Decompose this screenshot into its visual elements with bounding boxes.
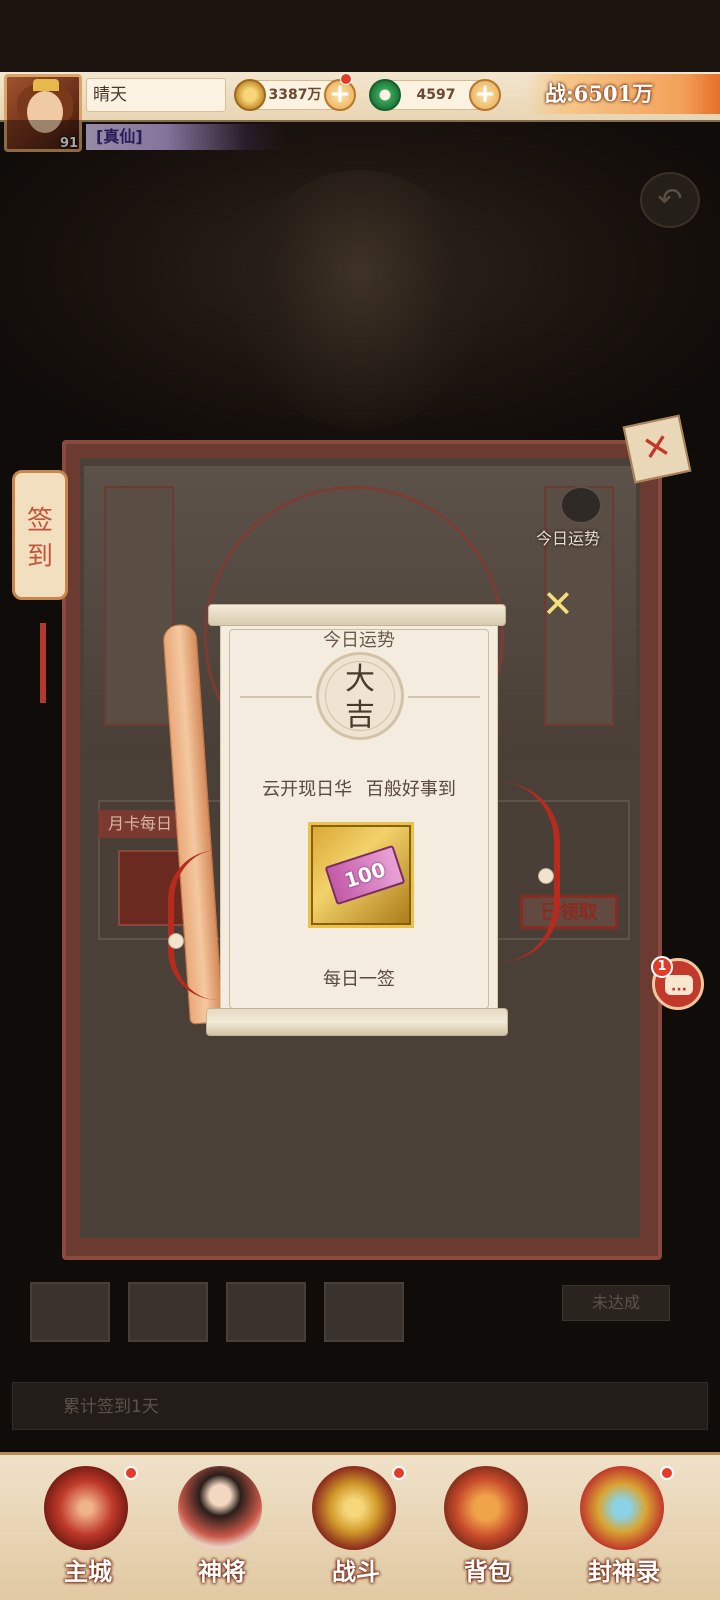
fortune-result-top: 大 [345,662,375,697]
sparkle-icon: ✕ [542,582,574,626]
record-book-icon [580,1466,664,1550]
fortune-result-text: 大 吉 [316,662,404,734]
fortune-poem: 云开现日华 百般好事到 [262,779,456,800]
nav-heroes-label: 神将 [198,1557,246,1586]
nav-battle[interactable]: 战斗 [292,1456,412,1600]
nav-bag[interactable]: 背包 [424,1456,544,1600]
jade-counter: 4597 + [369,79,501,111]
nav-heroes[interactable]: 神将 [158,1456,278,1600]
jade-value: 4597 [416,87,456,103]
nav-record-label: 封神录 [588,1557,660,1586]
close-seal-icon[interactable]: ✕ [622,414,692,484]
scroll-top-rod [208,604,506,626]
avatar-crown [33,79,59,91]
add-coins-button[interactable]: + [324,79,356,111]
cumulative-reward-4 [324,1282,404,1342]
fortune-result-bottom: 吉 [345,698,375,733]
add-jade-button[interactable]: + [469,79,501,111]
hero-portrait-icon [178,1466,262,1550]
screen: { "player": { "name": "晴天", "level": "91… [0,0,720,1600]
jade-icon [369,79,401,111]
divider-left [240,696,312,698]
fortune-reward-name: 每日一签 [323,969,395,990]
chat-bubble-icon: ··· [665,975,693,997]
ticket-icon: 100 [324,844,406,906]
chat-unread-badge: 1 [651,956,673,978]
scroll-bottom-rod [206,1008,508,1036]
combat-power: 战:6501万 [525,74,720,114]
fortune-popup-title: 今日运势 [323,630,395,651]
signin-side-tab[interactable]: 签 到 [12,470,68,703]
bag-icon [444,1466,528,1550]
nav-main-city-dot [124,1466,138,1480]
right-bead [538,868,554,884]
coin-notification-dot [340,73,352,85]
player-name: 晴天 [86,78,226,112]
side-tab-label-bottom: 到 [26,542,53,572]
crossed-swords-icon [312,1466,396,1550]
cumulative-reward-1 [30,1282,110,1342]
nav-bag-label: 背包 [464,1557,512,1586]
left-banner [104,486,174,726]
side-tab-label-top: 签 [26,506,53,536]
nav-record-dot [660,1466,674,1480]
nav-record[interactable]: 封神录 [560,1456,680,1600]
nav-battle-label: 战斗 [332,1557,380,1586]
nav-battle-dot [392,1466,406,1480]
fortune-shortcut-label[interactable]: 今日运势 [536,525,600,549]
side-tab-tassel [40,623,46,703]
fortune-reward-item[interactable]: 100 [308,822,414,928]
city-gate-icon [44,1466,128,1550]
coin-counter: 3387万 + [234,73,356,111]
cumulative-signin-text: 累计签到1天 [12,1382,708,1430]
divider-right [408,696,480,698]
left-bead [168,933,184,949]
nav-main-city-label: 主城 [64,1557,112,1586]
fortune-book-icon[interactable] [560,486,602,524]
not-reached-button[interactable]: 未达成 [562,1285,670,1321]
left-tassel [168,850,218,1000]
nav-main-city[interactable]: 主城 [24,1456,144,1600]
coin-value: 3387万 [268,87,322,103]
cumulative-reward-3 [226,1282,306,1342]
cumulative-reward-2 [128,1282,208,1342]
